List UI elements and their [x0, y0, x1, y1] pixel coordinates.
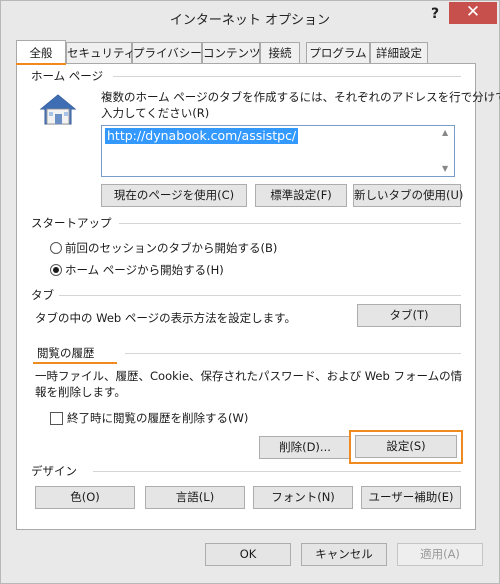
languages-button[interactable]: 言語(L): [145, 486, 245, 509]
history-description-line1: 一時ファイル、履歴、Cookie、保存されたパスワード、および Web フォーム…: [35, 369, 463, 383]
tabs-settings-button[interactable]: タブ(T): [357, 304, 461, 327]
startup-option-last-session-label[interactable]: 前回のセッションのタブから開始する(B): [65, 240, 277, 256]
tab-programs[interactable]: プログラム: [306, 42, 370, 63]
tab-privacy[interactable]: プライバシー: [132, 42, 202, 63]
internet-options-dialog: インターネット オプション ? ✕ 全般 セキュリティ プライバシー コンテンツ…: [0, 0, 500, 584]
use-new-tab-button[interactable]: 新しいタブの使用(U): [353, 184, 463, 207]
tab-connections[interactable]: 接続: [260, 42, 300, 63]
tab-content[interactable]: コンテンツ: [202, 42, 261, 63]
design-divider: [93, 471, 461, 472]
history-description-line2: 報を削除します。: [35, 385, 126, 399]
tab-general[interactable]: 全般: [16, 40, 66, 64]
close-button[interactable]: ✕: [449, 2, 497, 24]
history-label-highlight: [33, 362, 117, 364]
startup-option-last-session-radio[interactable]: [50, 242, 62, 254]
use-default-button[interactable]: 標準設定(F): [255, 184, 347, 207]
delete-history-button[interactable]: 削除(D)...: [259, 436, 351, 459]
home-page-group-label: ホーム ページ: [31, 69, 104, 83]
design-group-label: デザイン: [31, 464, 77, 478]
tab-advanced[interactable]: 詳細設定: [370, 42, 428, 63]
tab-security[interactable]: セキュリティ: [66, 42, 135, 63]
history-divider: [125, 353, 461, 354]
home-page-url-input[interactable]: http://dynabook.com/assistpc/ ▲ ▼: [101, 125, 455, 177]
cancel-button[interactable]: キャンセル: [301, 543, 387, 566]
history-group-label: 閲覧の履歴: [37, 346, 95, 360]
colors-button[interactable]: 色(O): [35, 486, 135, 509]
home-page-divider: [113, 76, 461, 77]
title-bar[interactable]: インターネット オプション ? ✕: [1, 1, 499, 33]
tabs-divider: [59, 295, 461, 296]
help-button[interactable]: ?: [424, 3, 446, 25]
close-icon: ✕: [465, 2, 481, 22]
startup-divider: [119, 223, 461, 224]
tabs-description: タブの中の Web ページの表示方法を設定します。: [35, 311, 297, 325]
fonts-button[interactable]: フォント(N): [253, 486, 353, 509]
startup-option-home-page-label[interactable]: ホーム ページから開始する(H): [65, 262, 224, 278]
ok-button[interactable]: OK: [205, 543, 291, 566]
scroll-down-icon[interactable]: ▼: [442, 164, 448, 173]
scroll-up-icon[interactable]: ▲: [442, 128, 448, 137]
delete-history-on-exit-checkbox[interactable]: [50, 412, 63, 425]
delete-history-on-exit-label[interactable]: 終了時に閲覧の履歴を削除する(W): [67, 410, 248, 426]
startup-option-home-page-radio[interactable]: [50, 264, 62, 276]
history-settings-button[interactable]: 設定(S): [355, 435, 457, 458]
home-page-description-line2: 入力してください(R): [101, 106, 210, 120]
apply-button[interactable]: 適用(A): [397, 543, 483, 566]
general-tab-panel: ホーム ページ 複数のホーム ページのタブを作成するには、それぞれのアドレスを行…: [16, 63, 500, 530]
tab-highlight: [16, 63, 66, 65]
accessibility-button[interactable]: ユーザー補助(E): [361, 486, 461, 509]
home-page-url-text: http://dynabook.com/assistpc/: [105, 128, 299, 144]
startup-group-label: スタートアップ: [31, 216, 112, 230]
tabs-group-label: タブ: [31, 288, 54, 302]
home-page-description-line1: 複数のホーム ページのタブを作成するには、それぞれのアドレスを行で分けて: [101, 90, 500, 104]
use-current-button[interactable]: 現在のページを使用(C): [101, 184, 247, 207]
home-icon: [39, 94, 77, 125]
